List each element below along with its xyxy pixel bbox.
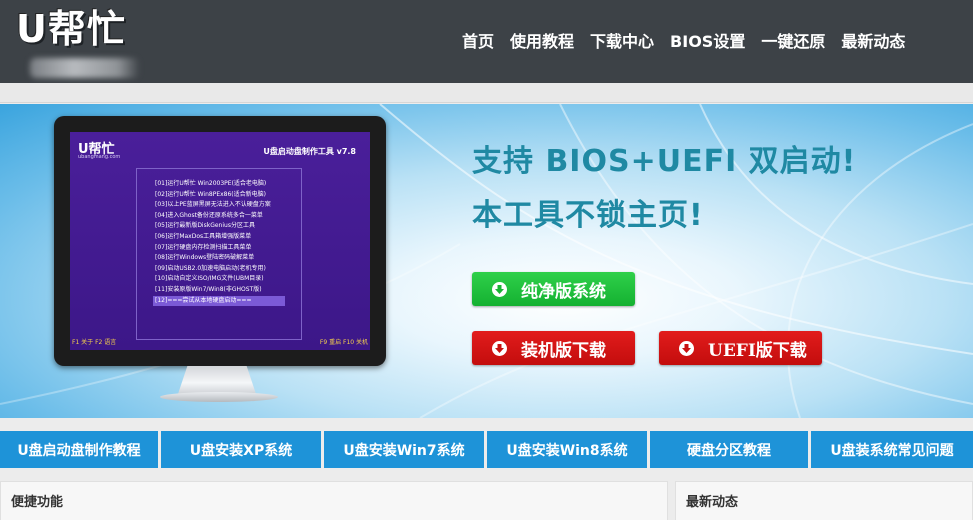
logo-text: U帮忙 xyxy=(16,7,126,51)
pure-system-button[interactable]: 纯净版系统 xyxy=(472,272,635,306)
nav-bios[interactable]: BIOS设置 xyxy=(670,28,745,56)
tab-partition-tutorial[interactable]: 硬盘分区教程 xyxy=(650,431,808,468)
nav-home[interactable]: 首页 xyxy=(462,28,494,56)
download-icon xyxy=(492,340,507,356)
latest-news-title: 最新动态 xyxy=(686,495,739,510)
tab-install-xp[interactable]: U盘安装XP系统 xyxy=(161,431,321,468)
latest-news-panel: 最新动态 xyxy=(675,481,973,520)
screen-footer-left: F1 关于 F2 语言 xyxy=(72,339,117,346)
monitor-stand xyxy=(178,366,256,394)
uefi-download-button[interactable]: UEFI版下载 xyxy=(659,331,822,365)
boot-menu-item: [06]运行MaxDos工具箱增强版菜单 xyxy=(155,232,252,240)
download-icon xyxy=(679,340,694,356)
screen-title: U盘启动盘制作工具 v7.8 xyxy=(263,147,356,156)
header-strip xyxy=(0,83,973,103)
install-download-label: 装机版下载 xyxy=(521,340,606,361)
nav-news[interactable]: 最新动态 xyxy=(841,28,905,56)
tab-faq[interactable]: U盘装系统常见问题 xyxy=(811,431,973,468)
quick-functions-title: 便捷功能 xyxy=(11,495,64,510)
boot-menu-item: [01]运行U帮忙 Win2003PE(适合老电脑) xyxy=(155,180,267,187)
monitor-base xyxy=(160,392,278,402)
boot-menu-item: [05]运行最新版DiskGenius分区工具 xyxy=(155,222,255,230)
uefi-download-label: UEFI版下载 xyxy=(708,340,807,361)
logo-tagline-blurred xyxy=(30,58,140,78)
screen-url: ubangmang.com xyxy=(78,154,121,160)
headline-no-homepage-lock: 本工具不锁主页! xyxy=(472,198,704,233)
headline-dual-boot: 支持 BIOS+UEFI 双启动! xyxy=(472,144,857,179)
boot-menu-item: [10]启动自定义ISO/IMG文件(UBM目录) xyxy=(155,275,264,283)
boot-menu-item: [08]运行Windows登陆密码破解菜单 xyxy=(155,254,255,262)
boot-menu-item-selected: [12]===尝试从本地硬盘启动=== xyxy=(153,295,285,307)
tab-make-boot-disk[interactable]: U盘启动盘制作教程 xyxy=(0,431,158,468)
hero-banner: U帮忙 ubangmang.com U盘启动盘制作工具 v7.8 [01]运行U… xyxy=(0,104,973,418)
boot-menu-item: [02]运行U帮忙 Win8PEx86(适合新电脑) xyxy=(155,190,266,198)
site-header: U帮忙 首页 使用教程 下载中心 BIOS设置 一键还原 最新动态 xyxy=(0,0,973,83)
boot-menu: [01]运行U帮忙 Win2003PE(适合老电脑) [02]运行U帮忙 Win… xyxy=(136,168,302,340)
tutorial-tabs: U盘启动盘制作教程 U盘安装XP系统 U盘安装Win7系统 U盘安装Win8系统… xyxy=(0,431,973,468)
tab-install-win8[interactable]: U盘安装Win8系统 xyxy=(487,431,647,468)
boot-menu-item: [04]进入Ghost备份还原系统多合一菜单 xyxy=(155,211,263,219)
nav-restore[interactable]: 一键还原 xyxy=(761,28,825,56)
boot-menu-screen: U帮忙 ubangmang.com U盘启动盘制作工具 v7.8 [01]运行U… xyxy=(70,132,370,350)
boot-menu-item: [03]以上PE蓝屏黑屏无法进入不认硬盘方案 xyxy=(155,201,271,209)
site-logo[interactable]: U帮忙 xyxy=(16,6,166,78)
monitor-illustration: U帮忙 ubangmang.com U盘启动盘制作工具 v7.8 [01]运行U… xyxy=(54,116,386,366)
nav-tutorials[interactable]: 使用教程 xyxy=(510,28,574,56)
tab-install-win7[interactable]: U盘安装Win7系统 xyxy=(324,431,484,468)
screen-footer-right: F9 重启 F10 关机 xyxy=(319,339,368,346)
boot-menu-item: [11]安装原版Win7/Win8(非GHOST版) xyxy=(155,285,262,293)
main-nav: 首页 使用教程 下载中心 BIOS设置 一键还原 最新动态 xyxy=(462,28,921,56)
boot-menu-item: [09]启动USB2.0加速电脑启动(老机专用) xyxy=(155,264,266,272)
install-download-button[interactable]: 装机版下载 xyxy=(472,331,635,365)
download-icon xyxy=(492,281,507,297)
quick-functions-panel: 便捷功能 xyxy=(0,481,668,520)
pure-system-label: 纯净版系统 xyxy=(521,281,606,302)
nav-downloads[interactable]: 下载中心 xyxy=(590,28,654,56)
boot-menu-item: [07]运行硬盘内存检测扫描工具菜单 xyxy=(155,243,252,251)
